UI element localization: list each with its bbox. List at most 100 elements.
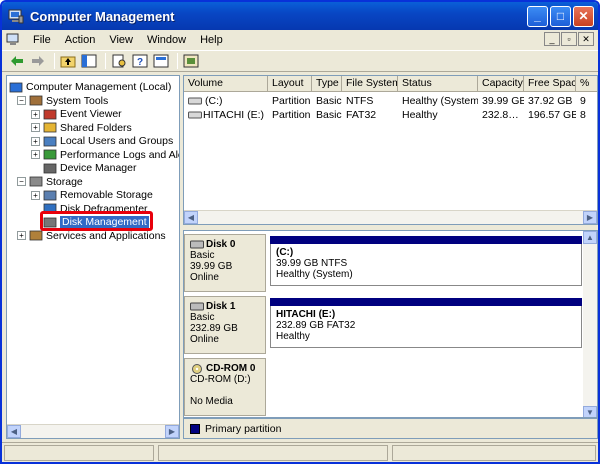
column-file-system[interactable]: File System — [342, 76, 398, 91]
tree-item-storage[interactable]: − Storage — [17, 175, 83, 189]
console-tree[interactable]: Computer Management (Local) − System Tools… — [6, 75, 180, 439]
tree-item-label: Event Viewer — [60, 108, 122, 120]
maximize-button[interactable]: □ — [550, 5, 571, 27]
table-row[interactable]: HITACHI (E:) Partition Basic FAT32 Healt… — [184, 108, 597, 122]
graph-vertical-scrollbar[interactable]: ▲ ▼ — [583, 231, 597, 417]
mdi-minimize-button[interactable]: _ — [544, 32, 560, 46]
disk-name: CD-ROM 0 — [206, 363, 256, 374]
expand-icon[interactable]: + — [31, 123, 40, 132]
tree-item-label: Local Users and Groups — [60, 135, 174, 147]
mdi-restore-button[interactable]: ▫ — [561, 32, 577, 46]
status-panel — [4, 445, 154, 461]
expand-icon[interactable]: + — [17, 231, 26, 240]
disk-size: 39.99 GB — [190, 261, 233, 272]
disk-row[interactable]: CD-ROM 0 CD-ROM (D:) No Media — [184, 358, 584, 416]
column-layout[interactable]: Layout — [268, 76, 312, 91]
storage-icon — [29, 176, 43, 187]
scroll-up-button[interactable]: ▲ — [583, 231, 597, 244]
collapse-icon[interactable]: − — [17, 96, 26, 105]
show-tree-icon — [81, 54, 97, 68]
cell-status: Healthy — [402, 109, 438, 121]
hard-disk-icon — [190, 240, 204, 249]
tree-item-label: Computer Management (Local) — [26, 81, 172, 93]
minimize-button[interactable]: _ — [527, 5, 548, 27]
title-bar[interactable]: Computer Management _ □ ✕ — [2, 2, 598, 30]
show-hide-console-button[interactable] — [152, 52, 170, 70]
list-horizontal-scrollbar[interactable]: ◀ ▶ — [184, 210, 597, 224]
disk-label[interactable]: Disk 0 Basic 39.99 GB Online — [184, 234, 266, 292]
column-percent-free[interactable]: % — [576, 76, 597, 91]
tree-item-computer-management-local[interactable]: Computer Management (Local) — [9, 80, 171, 94]
disk-graphical-view[interactable]: Disk 0 Basic 39.99 GB Online (C:) 39.99 … — [183, 230, 598, 418]
tree-item-shared-folders[interactable]: + Shared Folders — [31, 121, 132, 135]
back-button[interactable] — [8, 52, 26, 70]
expand-icon[interactable]: + — [31, 109, 40, 119]
column-capacity[interactable]: Capacity — [478, 76, 524, 91]
disk-row[interactable]: Disk 1 Basic 232.89 GB Online HITACHI (E… — [184, 296, 584, 354]
disk-size: 232.89 GB — [190, 323, 238, 334]
partition-status: Healthy (System) — [276, 269, 353, 280]
tree-item-device-manager[interactable]: Device Manager — [31, 161, 136, 175]
properties-icon — [112, 54, 126, 68]
partition-c[interactable]: (C:) 39.99 GB NTFS Healthy (System) — [270, 244, 582, 286]
highlight-annotation — [40, 211, 153, 231]
column-free-space[interactable]: Free Space — [524, 76, 576, 91]
up-one-level-button[interactable] — [59, 52, 77, 70]
menu-window[interactable]: Window — [140, 34, 193, 46]
event-viewer-icon — [43, 109, 57, 119]
tree-item-label: Device Manager — [60, 162, 137, 174]
menu-view[interactable]: View — [102, 34, 140, 46]
partition-area: HITACHI (E:) 232.89 GB FAT32 Healthy — [266, 296, 584, 354]
menu-action[interactable]: Action — [58, 34, 103, 46]
collapse-icon[interactable]: − — [17, 177, 26, 186]
tree-item-label: Storage — [46, 175, 83, 188]
scroll-left-button[interactable]: ◀ — [184, 211, 198, 224]
expand-icon[interactable]: + — [31, 150, 40, 159]
back-icon — [11, 56, 23, 66]
partition-e[interactable]: HITACHI (E:) 232.89 GB FAT32 Healthy — [270, 306, 582, 348]
menu-bar: File Action View Window Help _ ▫ ✕ — [2, 30, 598, 50]
tree-item-label: Shared Folders — [60, 121, 132, 134]
disk-row[interactable]: Disk 0 Basic 39.99 GB Online (C:) 39.99 … — [184, 234, 584, 292]
tree-item-local-users-and-groups[interactable]: + Local Users and Groups — [31, 134, 173, 148]
tree-item-label: Removable Storage — [60, 189, 153, 201]
scroll-right-button[interactable]: ▶ — [583, 211, 597, 224]
computer-icon — [9, 82, 23, 92]
disk-label[interactable]: Disk 1 Basic 232.89 GB Online — [184, 296, 266, 354]
drive-icon — [188, 97, 202, 105]
menu-help[interactable]: Help — [193, 34, 230, 46]
tree-horizontal-scrollbar[interactable]: ◀ ▶ — [7, 424, 179, 438]
disk-label[interactable]: CD-ROM 0 CD-ROM (D:) No Media — [184, 358, 266, 416]
mdi-controls: _ ▫ ✕ — [544, 32, 594, 46]
close-button[interactable]: ✕ — [573, 5, 594, 27]
tree-item-removable-storage[interactable]: + Removable Storage — [31, 188, 153, 202]
volume-list[interactable]: Volume Layout Type File System Status Ca… — [183, 75, 598, 225]
cell-layout: Partition — [272, 109, 311, 121]
cell-volume: HITACHI (E:) — [203, 109, 265, 121]
tree-item-performance-logs-and-alerts[interactable]: + Performance Logs and Alerts — [31, 148, 179, 162]
scroll-left-button[interactable]: ◀ — [7, 425, 21, 438]
scroll-right-button[interactable]: ▶ — [165, 425, 179, 438]
settings-button[interactable] — [182, 52, 200, 70]
expand-icon[interactable]: + — [31, 136, 40, 146]
partition-area: (C:) 39.99 GB NTFS Healthy (System) — [266, 234, 584, 292]
document-menu-icon[interactable] — [6, 33, 22, 47]
scroll-down-button[interactable]: ▼ — [583, 406, 597, 417]
mdi-close-button[interactable]: ✕ — [578, 32, 594, 46]
expand-icon[interactable]: + — [31, 190, 40, 200]
tree-item-event-viewer[interactable]: + Event Viewer — [31, 107, 122, 121]
volume-list-header: Volume Layout Type File System Status Ca… — [184, 76, 597, 92]
properties-button[interactable] — [110, 52, 128, 70]
tree-item-system-tools[interactable]: − System Tools — [17, 94, 108, 108]
column-status[interactable]: Status — [398, 76, 478, 91]
partition-info: 232.89 GB FAT32 — [276, 320, 356, 331]
forward-button[interactable] — [29, 52, 47, 70]
disk-state: Online — [190, 334, 219, 345]
column-volume[interactable]: Volume — [184, 76, 268, 91]
table-row[interactable]: (C:) Partition Basic NTFS Healthy (Syste… — [184, 94, 597, 108]
menu-file[interactable]: File — [26, 34, 58, 46]
help-button[interactable]: ? — [131, 52, 149, 70]
cell-volume: (C:) — [205, 95, 223, 107]
show-hide-tree-button[interactable] — [80, 52, 98, 70]
column-type[interactable]: Type — [312, 76, 342, 91]
